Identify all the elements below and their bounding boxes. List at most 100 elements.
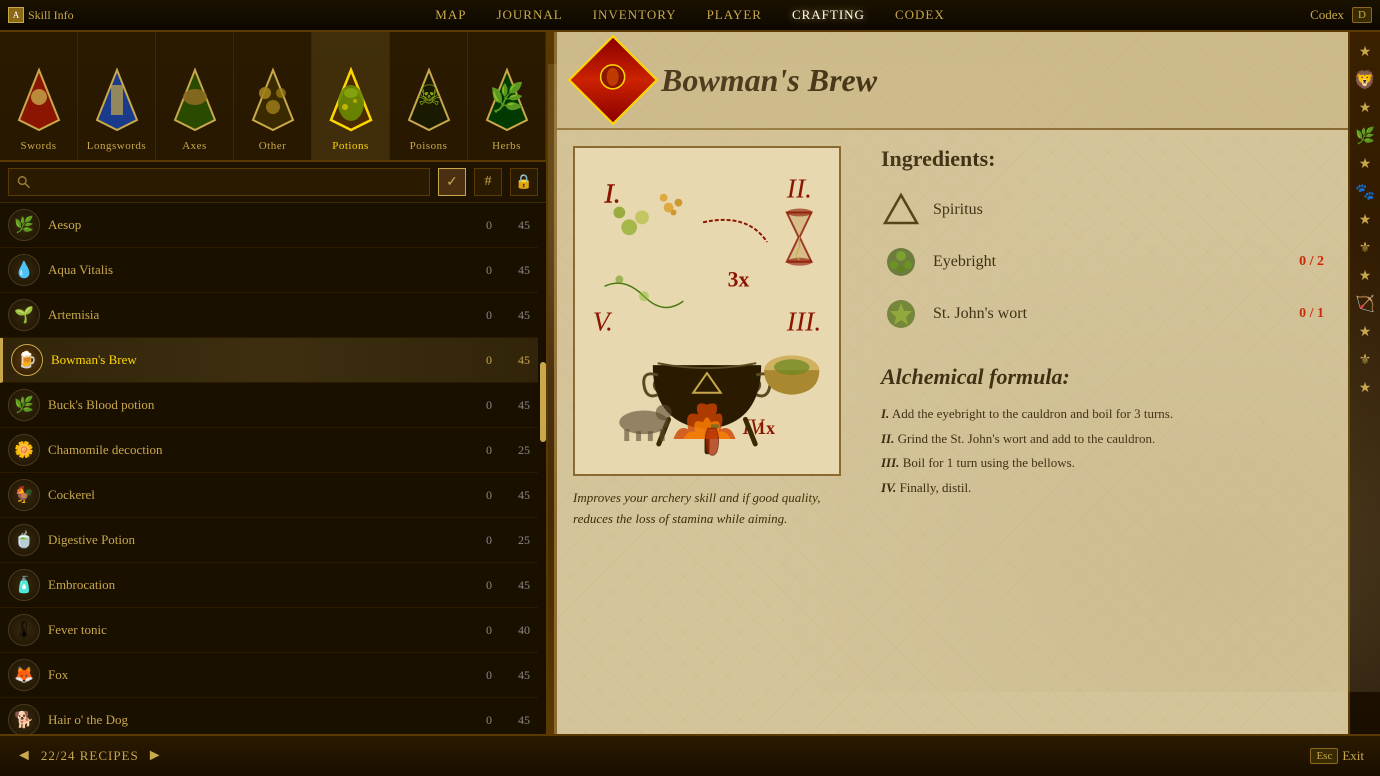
edge-icon-2: 🌿	[1353, 124, 1377, 148]
stjohnswort-name: St. John's wort	[933, 305, 1287, 323]
nav-crafting[interactable]: CRAFTING	[792, 7, 865, 23]
embrocation-name: Embrocation	[48, 577, 464, 593]
filter-row: ✓ # 🔒	[0, 162, 546, 203]
fevertonic-name: Fever tonic	[48, 622, 464, 638]
esc-key-badge: Esc	[1310, 748, 1338, 764]
list-scrollbar[interactable]	[538, 203, 546, 734]
next-arrow[interactable]: ►	[147, 747, 164, 765]
recipe-row-artemisia[interactable]: 🌱 Artemisia 0 45	[0, 293, 538, 338]
aesop-icon: 🌿	[8, 209, 40, 241]
poisons-icon: ☠	[397, 60, 461, 140]
bucksblood-name: Buck's Blood potion	[48, 397, 464, 413]
digestive-name: Digestive Potion	[48, 532, 464, 548]
herbs-label: Herbs	[492, 140, 521, 152]
recipe-row-bucksblood[interactable]: 🌿 Buck's Blood potion 0 45	[0, 383, 538, 428]
artemisia-icon: 🌱	[8, 299, 40, 331]
spiritus-name: Spiritus	[933, 201, 1324, 219]
fevertonic-icon: 🌡	[8, 614, 40, 646]
recipe-inner-icon	[598, 62, 628, 99]
tab-other[interactable]: Other	[234, 32, 312, 160]
nav-links: MAP JOURNAL INVENTORY PLAYER CRAFTING CO…	[435, 7, 944, 23]
axes-icon	[163, 60, 227, 140]
svg-text:II.: II.	[786, 173, 812, 204]
recipe-row-fevertonic[interactable]: 🌡 Fever tonic 0 40	[0, 608, 538, 653]
other-label: Other	[259, 140, 287, 152]
step4-text: Finally, distil.	[900, 480, 972, 495]
recipe-detail-panel: Bowman's Brew I. II. V. III.	[554, 32, 1348, 734]
chamomile-name: Chamomile decoction	[48, 442, 464, 458]
edge-star-6: ★	[1353, 320, 1377, 344]
svg-text:I.: I.	[604, 178, 621, 209]
step4-num: IV.	[881, 480, 896, 495]
ingredient-eyebright: Eyebright 0 / 2	[881, 236, 1324, 288]
search-box	[8, 168, 430, 196]
recipe-row-chamomile[interactable]: 🌼 Chamomile decoction 0 25	[0, 428, 538, 473]
nav-inventory[interactable]: INVENTORY	[593, 7, 677, 23]
formula-step-1: I. Add the eyebright to the cauldron and…	[881, 402, 1324, 427]
bucksblood-icon: 🌿	[8, 389, 40, 421]
recipe-row-fox[interactable]: 🦊 Fox 0 45	[0, 653, 538, 698]
ingredients-formula-panel: Ingredients: Spiritus	[857, 130, 1348, 734]
recipe-row-cockerel[interactable]: 🐓 Cockerel 0 45	[0, 473, 538, 518]
aesop-name: Aesop	[48, 217, 464, 233]
tab-poisons[interactable]: ☠ Poisons	[390, 32, 468, 160]
longswords-icon	[85, 60, 149, 140]
recipe-row-digestive[interactable]: 🍵 Digestive Potion 0 25	[0, 518, 538, 563]
codex-right-panel: Codex D	[1310, 7, 1380, 23]
recipe-row-aesop[interactable]: 🌿 Aesop 0 45	[0, 203, 538, 248]
edge-icon-5: 🏹	[1353, 292, 1377, 316]
tab-longswords[interactable]: Longswords	[78, 32, 156, 160]
tab-swords[interactable]: Swords	[0, 32, 78, 160]
step3-num: III.	[881, 455, 899, 470]
recipe-row-embrocation[interactable]: 🧴 Embrocation 0 45	[0, 563, 538, 608]
tab-potions[interactable]: Potions	[312, 32, 390, 160]
edge-star-4: ★	[1353, 208, 1377, 232]
step1-text: Add the eyebright to the cauldron and bo…	[892, 406, 1173, 421]
edge-star-1: ★	[1353, 40, 1377, 64]
poisons-label: Poisons	[410, 140, 448, 152]
svg-text:III.: III.	[786, 306, 821, 337]
axes-label: Axes	[182, 140, 207, 152]
search-input[interactable]	[34, 175, 421, 189]
potions-icon	[319, 60, 383, 140]
fox-name: Fox	[48, 667, 464, 683]
exit-button[interactable]: Esc Exit	[1310, 748, 1364, 764]
nav-player[interactable]: PLAYER	[707, 7, 762, 23]
detail-header: Bowman's Brew	[557, 32, 1348, 130]
skill-info-label: Skill Info	[28, 8, 74, 23]
ingredients-title: Ingredients:	[881, 146, 1324, 172]
embrocation-icon: 🧴	[8, 569, 40, 601]
skill-info-icon: A	[8, 7, 24, 23]
ingredient-spiritus: Spiritus	[881, 184, 1324, 236]
recipe-row-hairdog[interactable]: 🐕 Hair o' the Dog 0 45	[0, 698, 538, 734]
step3-text: Boil for 1 turn using the bellows.	[903, 455, 1075, 470]
right-edge-panel: ★ 🦁 ★ 🌿 ★ 🐾 ★ ⚜ ★ 🏹 ★ ⚜ ★	[1348, 32, 1380, 734]
herbs-icon: 🌿	[475, 60, 539, 140]
edge-star-7: ★	[1353, 376, 1377, 400]
filter-check-btn[interactable]: ✓	[438, 168, 466, 196]
nav-journal[interactable]: JOURNAL	[496, 7, 562, 23]
codex-right-label: Codex	[1310, 7, 1344, 23]
eyebright-icon	[881, 242, 921, 282]
recipe-row-aquavitalis[interactable]: 💧 Aqua Vitalis 0 45	[0, 248, 538, 293]
tab-herbs[interactable]: 🌿 Herbs	[468, 32, 546, 160]
spiritus-icon	[881, 190, 921, 230]
top-navigation: A Skill Info MAP JOURNAL INVENTORY PLAYE…	[0, 0, 1380, 32]
category-tabs-panel: Swords Longswords Axes	[0, 32, 548, 734]
recipe-illustration: I. II. V. III. IV. 3x 1x	[573, 146, 841, 476]
nav-codex[interactable]: CODEX	[895, 7, 945, 23]
other-icon	[241, 60, 305, 140]
filter-lock-btn[interactable]: 🔒	[510, 168, 538, 196]
tab-axes[interactable]: Axes	[156, 32, 234, 160]
nav-map[interactable]: MAP	[435, 7, 466, 23]
formula-step-3: III. Boil for 1 turn using the bellows.	[881, 451, 1324, 476]
scroll-thumb	[540, 362, 546, 442]
filter-hash-btn[interactable]: #	[474, 168, 502, 196]
main-content: Swords Longswords Axes	[0, 32, 1380, 734]
edge-star-3: ★	[1353, 152, 1377, 176]
detail-body: I. II. V. III. IV. 3x 1x	[557, 130, 1348, 734]
ingredients-section: Ingredients: Spiritus	[881, 146, 1324, 340]
exit-label: Exit	[1342, 748, 1364, 764]
recipe-row-bowmansbrew[interactable]: 🍺 Bowman's Brew 0 45	[0, 338, 538, 383]
prev-arrow[interactable]: ◄	[16, 747, 33, 765]
